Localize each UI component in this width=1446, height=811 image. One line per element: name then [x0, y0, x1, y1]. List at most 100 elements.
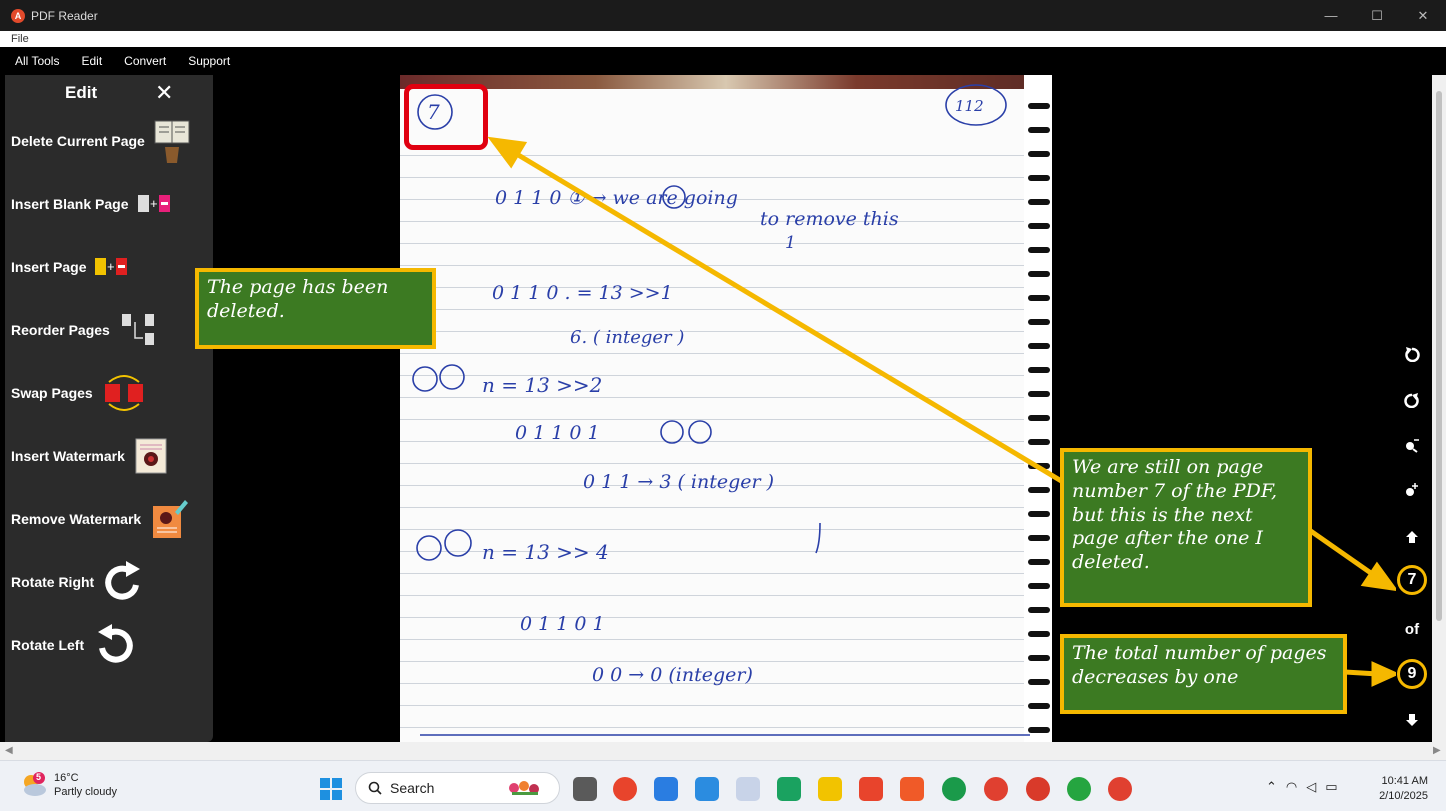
- scroll-left-icon[interactable]: ◀: [5, 745, 13, 756]
- remove-watermark-button[interactable]: Remove Watermark: [11, 494, 207, 544]
- weather-badge: 5: [36, 772, 42, 782]
- note-line: 0 0 → 0 (integer): [592, 664, 753, 686]
- title-bar: A PDF Reader — ☐ ✕: [0, 0, 1446, 31]
- task-view-icon[interactable]: [573, 777, 597, 801]
- vertical-scrollbar[interactable]: [1432, 75, 1446, 742]
- page-of-label: of: [1404, 621, 1420, 638]
- menu-convert[interactable]: Convert: [124, 54, 166, 68]
- notes-app-icon[interactable]: [654, 777, 678, 801]
- search-icon: [368, 781, 382, 795]
- insert-blank-page-button[interactable]: Insert Blank Page +: [11, 179, 207, 229]
- clock-date: 2/10/2025: [1379, 790, 1428, 802]
- delete-page-icon: [153, 117, 191, 165]
- current-page-number[interactable]: 7: [1397, 565, 1427, 595]
- swap-pages-button[interactable]: Swap Pages: [11, 368, 207, 418]
- pdf-reader-taskbar-icon[interactable]: [1026, 777, 1050, 801]
- chevron-up-icon[interactable]: ⌃: [1266, 779, 1277, 795]
- volume-icon[interactable]: ◁: [1306, 779, 1316, 795]
- horizontal-scrollbar[interactable]: ◀ ▶: [0, 742, 1446, 760]
- vscode-icon[interactable]: [695, 777, 719, 801]
- sidebar-title: Edit: [65, 83, 98, 102]
- vertical-scroll-thumb[interactable]: [1436, 91, 1442, 621]
- previous-page-icon[interactable]: [1402, 527, 1422, 547]
- sidebar-item-label: Swap Pages: [11, 385, 93, 401]
- callout-still-on-page: We are still on page number 7 of the PDF…: [1060, 448, 1312, 607]
- snipping-tool-icon[interactable]: [736, 777, 760, 801]
- sidebar-close-icon[interactable]: ✕: [155, 80, 173, 106]
- pycharm-icon[interactable]: [777, 777, 801, 801]
- insert-watermark-icon: [133, 437, 169, 475]
- sidebar-item-label: Delete Current Page: [11, 133, 145, 149]
- callout-total-pages: The total number of pages decreases by o…: [1060, 634, 1347, 714]
- battery-icon[interactable]: ▭: [1325, 779, 1337, 795]
- windows-taskbar: 5 16°C Partly cloudy Search ⌃ ◠ ◁ ▭ 10:4…: [0, 760, 1446, 811]
- file-menu[interactable]: File: [0, 31, 1446, 47]
- rotate-clockwise-icon[interactable]: [1402, 390, 1422, 410]
- insert-blank-page-icon: +: [137, 193, 171, 215]
- menu-all-tools[interactable]: All Tools: [15, 54, 59, 68]
- callout-page-deleted: The page has been deleted.: [195, 268, 436, 349]
- zoom-in-icon[interactable]: [1402, 480, 1422, 500]
- note-line: 1: [785, 233, 796, 253]
- svg-text:+: +: [107, 259, 115, 274]
- brave-icon[interactable]: [900, 777, 924, 801]
- next-page-icon[interactable]: [1402, 710, 1422, 730]
- sidebar-item-label: Reorder Pages: [11, 322, 110, 338]
- rotate-counterclockwise-icon[interactable]: [1402, 344, 1422, 364]
- delete-current-page-button[interactable]: Delete Current Page: [11, 116, 207, 166]
- sidebar-item-label: Insert Watermark: [11, 448, 125, 464]
- handwritten-notes: 7 112 0 1 1 0 ① → we are going to remove…: [412, 84, 1030, 736]
- window-title: PDF Reader: [31, 8, 98, 23]
- minimize-button[interactable]: —: [1308, 0, 1354, 31]
- insert-page-icon: +: [94, 256, 128, 278]
- search-label: Search: [390, 780, 435, 796]
- close-button[interactable]: ✕: [1400, 0, 1446, 31]
- zoom-out-icon[interactable]: [1402, 435, 1422, 455]
- maximize-button[interactable]: ☐: [1354, 0, 1400, 31]
- chrome-profile-2-icon[interactable]: [1108, 777, 1132, 801]
- note-line: 0 1 1 0 1: [515, 422, 600, 444]
- clock-time: 10:41 AM: [1381, 775, 1428, 787]
- svg-text:+: +: [150, 196, 158, 211]
- sidebar-item-label: Remove Watermark: [11, 511, 142, 527]
- file-explorer-icon[interactable]: [818, 777, 842, 801]
- note-line: 0 1 1 0 1: [520, 613, 605, 635]
- rotate-left-button[interactable]: Rotate Left: [11, 620, 207, 670]
- app-logo-icon: A: [11, 8, 25, 23]
- insert-page-button[interactable]: Insert Page +: [11, 242, 207, 292]
- menu-support[interactable]: Support: [188, 54, 230, 68]
- system-tray: ⌃ ◠ ◁ ▭: [1266, 779, 1338, 795]
- swap-pages-icon: [101, 372, 147, 414]
- edit-sidebar: Edit ✕ Delete Current Page Insert Blank …: [5, 75, 213, 742]
- page-number-highlight: [404, 84, 488, 150]
- sidebar-item-label: Rotate Right: [11, 574, 95, 590]
- whatsapp-icon[interactable]: [1067, 777, 1091, 801]
- chrome-icon[interactable]: [613, 777, 637, 801]
- reorder-pages-button[interactable]: Reorder Pages: [11, 305, 207, 355]
- note-line: 0 1 1 → 3 ( integer ): [583, 471, 774, 493]
- menu-edit[interactable]: Edit: [81, 54, 102, 68]
- chrome-profile-icon[interactable]: [984, 777, 1008, 801]
- sidebar-item-label: Rotate Left: [11, 637, 85, 653]
- sidebar-item-label: Insert Page: [11, 259, 87, 275]
- note-line: 6. ( integer ): [570, 327, 684, 348]
- note-line: n = 13 >>2: [482, 373, 602, 397]
- rotate-right-button[interactable]: Rotate Right: [11, 557, 207, 607]
- windows-icon: [320, 778, 342, 800]
- page-nav-bar: 7 of 9: [1396, 75, 1428, 742]
- office-icon[interactable]: [859, 777, 883, 801]
- weather-widget[interactable]: 5 16°C Partly cloudy: [20, 771, 117, 799]
- system-clock[interactable]: 10:41 AM 2/10/2025: [1370, 774, 1428, 804]
- wifi-icon[interactable]: ◠: [1286, 779, 1297, 795]
- scroll-right-icon[interactable]: ▶: [1433, 745, 1441, 756]
- rotate-right-icon: [102, 559, 146, 605]
- note-line: 0 1 1 0 . = 13 >>1: [492, 282, 673, 304]
- remove-watermark-icon: [149, 498, 189, 540]
- circle-app-icon[interactable]: [942, 777, 966, 801]
- start-button[interactable]: [320, 778, 342, 800]
- partly-cloudy-icon: 5: [20, 772, 48, 798]
- insert-watermark-button[interactable]: Insert Watermark: [11, 431, 207, 481]
- taskbar-search[interactable]: Search: [355, 772, 560, 804]
- note-line: to remove this: [760, 208, 899, 230]
- weather-condition: Partly cloudy: [54, 786, 117, 798]
